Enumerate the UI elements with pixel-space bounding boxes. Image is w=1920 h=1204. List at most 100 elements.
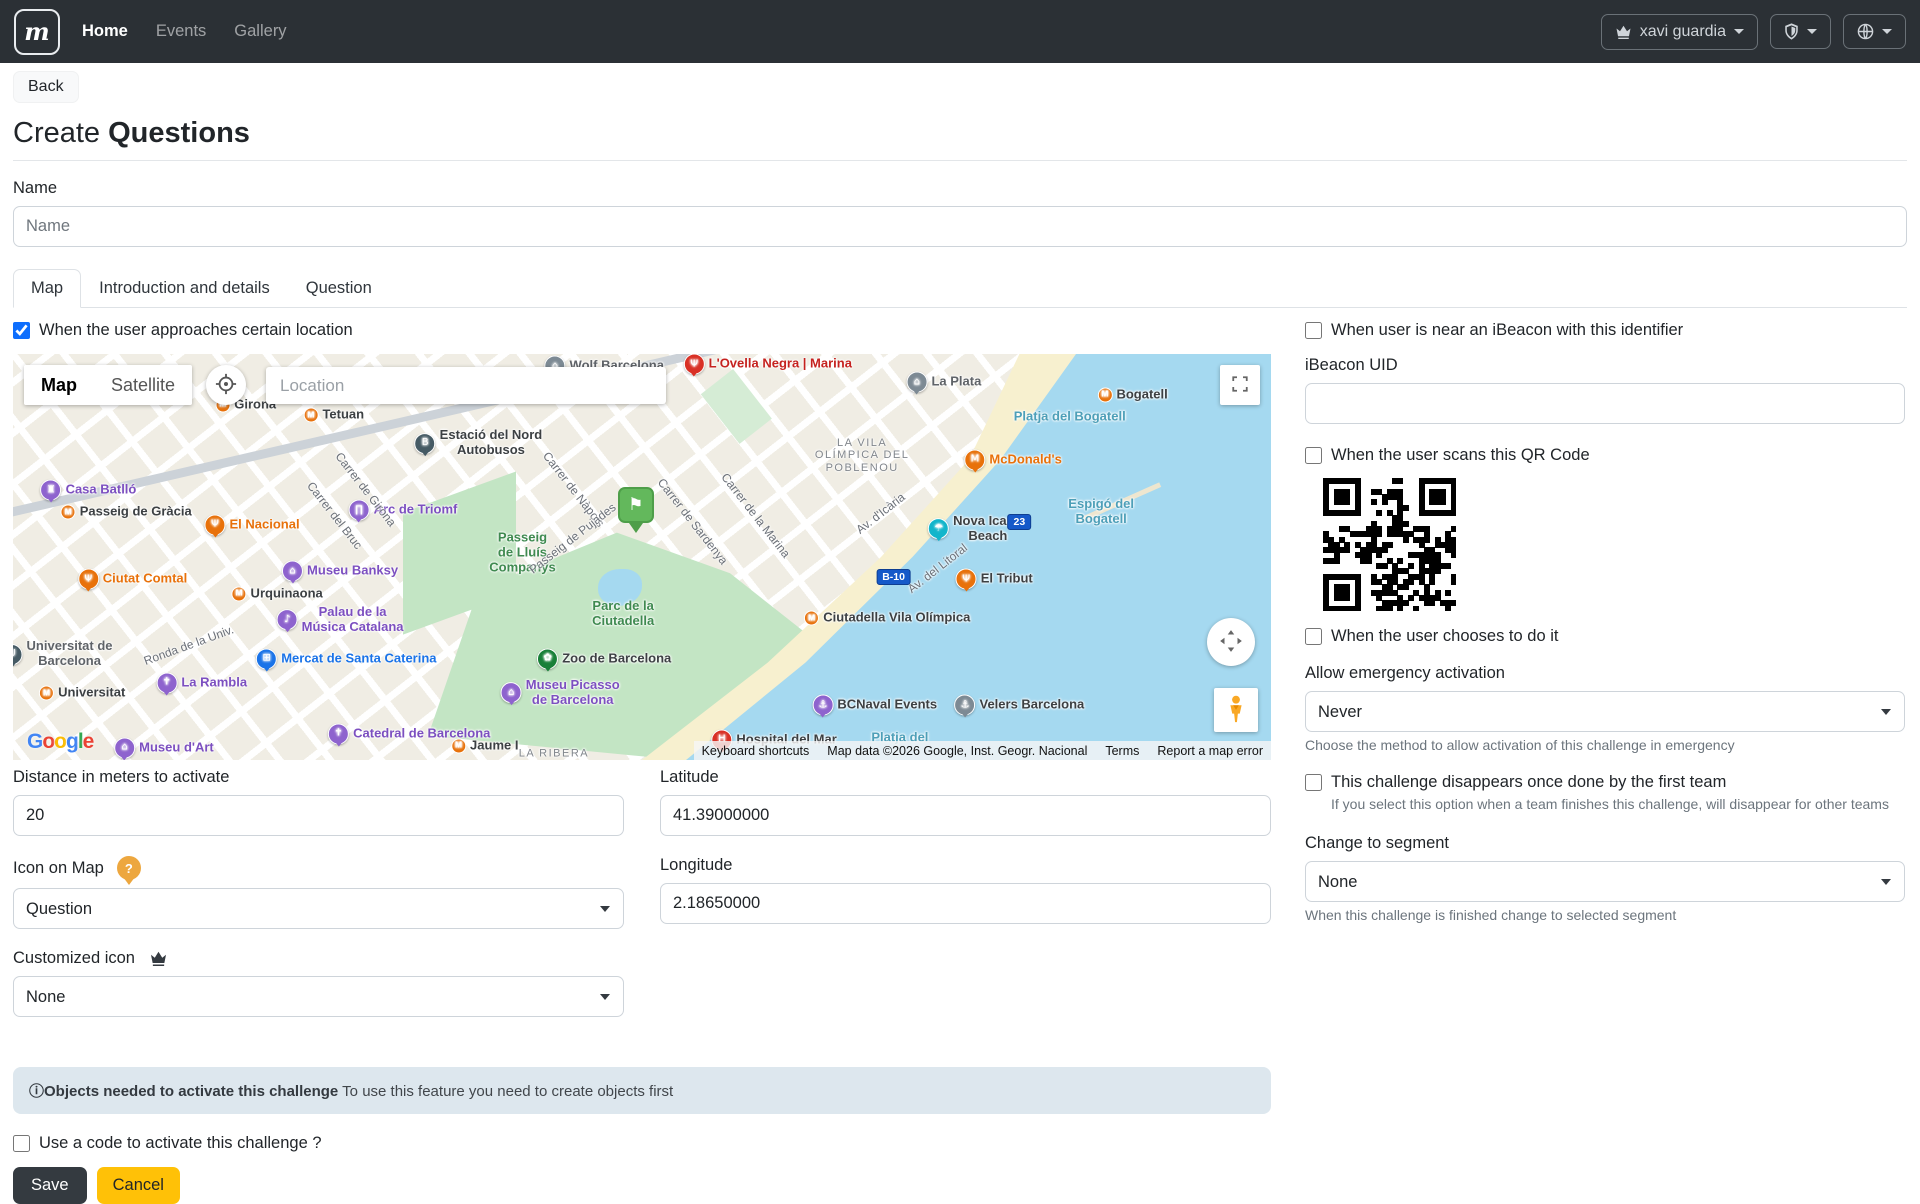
map-label: MPasseig de Gràcia [61, 505, 192, 520]
nav-link-home[interactable]: Home [82, 22, 128, 41]
marker-tip [629, 523, 643, 533]
map-poi-pin-icon: ⚓ [954, 695, 975, 716]
name-input[interactable] [13, 206, 1907, 247]
map-label: Carrer de la Marina [718, 471, 793, 561]
icon-on-map-select[interactable]: Question [13, 888, 624, 929]
nav-links: Home Events Gallery [82, 22, 1601, 41]
map-label: MMcDonald's [964, 449, 1061, 470]
map-label: LA RIBERA [519, 748, 589, 760]
google-logo[interactable]: Google [27, 730, 93, 754]
right-column: When user is near an iBeacon with this i… [1305, 308, 1907, 1204]
emergency-activation-help: Choose the method to allow activation of… [1305, 737, 1905, 753]
qr-code-image [1323, 478, 1456, 611]
language-menu-button[interactable] [1843, 14, 1906, 49]
use-code-checkbox-row: Use a code to activate this challenge ? [13, 1134, 1271, 1153]
pegman-icon [1226, 695, 1246, 726]
road-shield-badge: 23 [1008, 514, 1032, 530]
map-type-map-button[interactable]: Map [24, 365, 94, 405]
map-label: ΨL'Ovella Negra | Marina [684, 354, 852, 375]
locate-me-button[interactable] [206, 365, 246, 405]
ibeacon-uid-label: iBeacon UID [1305, 356, 1905, 375]
qr-checkbox-label: When the user scans this QR Code [1331, 446, 1590, 465]
map-poi-pin-icon: ⌂ [282, 561, 303, 582]
use-code-checkbox[interactable] [13, 1135, 30, 1152]
customized-icon-select[interactable]: None [13, 976, 624, 1017]
map-poi-pin-icon: Ψ [78, 569, 99, 590]
map-poi-pin-icon: M [964, 449, 985, 470]
globe-icon [1857, 23, 1874, 40]
user-menu-button[interactable]: xavi guardia [1601, 14, 1758, 50]
map-label: MTetuan [303, 407, 364, 422]
map-poi-pin-icon: ♜ [41, 480, 62, 501]
use-code-label: Use a code to activate this challenge ? [39, 1134, 322, 1153]
chooses-checkbox-label: When the user chooses to do it [1331, 627, 1558, 646]
approach-location-checkbox-row: When the user approaches certain locatio… [13, 321, 1271, 340]
cancel-button[interactable]: Cancel [97, 1167, 180, 1204]
left-column: When the user approaches certain locatio… [13, 308, 1271, 1204]
map-label: UUniversitat de Barcelona [13, 640, 113, 670]
crown-icon [1615, 25, 1632, 39]
map-label: MCiutadella Vila Olímpica [804, 610, 970, 625]
ibeacon-checkbox-label: When user is near an iBeacon with this i… [1331, 321, 1683, 340]
page-title: Create Questions [13, 117, 1907, 150]
report-map-error-link[interactable]: Report a map error [1157, 744, 1263, 758]
approach-location-label: When the user approaches certain locatio… [39, 321, 353, 340]
emergency-activation-select[interactable]: Never [1305, 691, 1905, 732]
map-poi-pin-icon: Ψ [204, 514, 225, 535]
map-label: BEstació del Nord Autobusos [415, 428, 543, 458]
metro-station-icon: M [451, 738, 466, 753]
map-poi-pin-icon: ⊞ [256, 648, 277, 669]
change-segment-label: Change to segment [1305, 834, 1905, 853]
chooses-checkbox-row: When the user chooses to do it [1305, 627, 1905, 646]
map-label: ⌂Museu Picasso de Barcelona [501, 678, 620, 708]
map-poi-pin-icon: ✿ [537, 648, 558, 669]
name-label: Name [13, 179, 1907, 198]
map-label: Ronda de la Univ. [142, 624, 236, 669]
tab-map[interactable]: Map [13, 269, 81, 308]
keyboard-shortcuts-link[interactable]: Keyboard shortcuts [702, 744, 810, 758]
app-logo-letter: m [24, 17, 49, 46]
approach-location-checkbox[interactable] [13, 322, 30, 339]
map-labels-layer: ⌂Wolf BarcelonaΨL'Ovella Negra | Marina⌂… [13, 354, 1271, 760]
map-label: ⚓Velers Barcelona [954, 695, 1084, 716]
chooses-checkbox[interactable] [1305, 628, 1322, 645]
disappear-checkbox[interactable] [1305, 774, 1322, 791]
admin-menu-button[interactable] [1770, 14, 1831, 49]
map-location-search-input[interactable] [266, 367, 666, 404]
customized-icon-label: Customized icon [13, 949, 624, 968]
map-poi-pin-icon: ⚓ [812, 695, 833, 716]
map-poi-pin-icon: ☂ [928, 518, 949, 539]
fullscreen-button[interactable] [1220, 365, 1260, 405]
map-label: ΨEl Nacional [204, 514, 299, 535]
back-button[interactable]: Back [13, 71, 79, 103]
save-button[interactable]: Save [13, 1167, 87, 1204]
challenge-map-marker[interactable]: ⚑ [618, 487, 654, 533]
map-label: MUrquinaona [232, 586, 323, 601]
ibeacon-uid-input[interactable] [1305, 383, 1905, 424]
shield-icon [1784, 23, 1799, 40]
map-label: Espigó del Bogatell [1068, 497, 1134, 527]
map-type-satellite-button[interactable]: Satellite [94, 365, 192, 405]
metro-station-icon: M [303, 407, 318, 422]
ibeacon-checkbox-row: When user is near an iBeacon with this i… [1305, 321, 1905, 340]
tab-introduction-and-details[interactable]: Introduction and details [81, 269, 288, 308]
longitude-input[interactable] [660, 883, 1271, 924]
ibeacon-checkbox[interactable] [1305, 322, 1322, 339]
tab-question[interactable]: Question [288, 269, 390, 308]
pegman-streetview-button[interactable] [1214, 688, 1258, 732]
qr-checkbox[interactable] [1305, 447, 1322, 464]
map-poi-pin-icon: B [415, 433, 436, 454]
map-label: ΨCiutat Comtal [78, 569, 188, 590]
terms-link[interactable]: Terms [1105, 744, 1139, 758]
latitude-input[interactable] [660, 795, 1271, 836]
google-map[interactable]: ⌂Wolf BarcelonaΨL'Ovella Negra | Marina⌂… [13, 354, 1271, 760]
map-poi-pin-icon: ✝ [156, 672, 177, 693]
pan-control-button[interactable] [1207, 618, 1255, 666]
map-poi-pin-icon: ✝ [328, 723, 349, 744]
distance-input[interactable] [13, 795, 624, 836]
map-label: ⌂Museu Banksy [282, 561, 398, 582]
app-logo[interactable]: m [14, 9, 60, 55]
nav-link-gallery[interactable]: Gallery [234, 22, 286, 41]
nav-link-events[interactable]: Events [156, 22, 206, 41]
change-segment-select[interactable]: None [1305, 861, 1905, 902]
